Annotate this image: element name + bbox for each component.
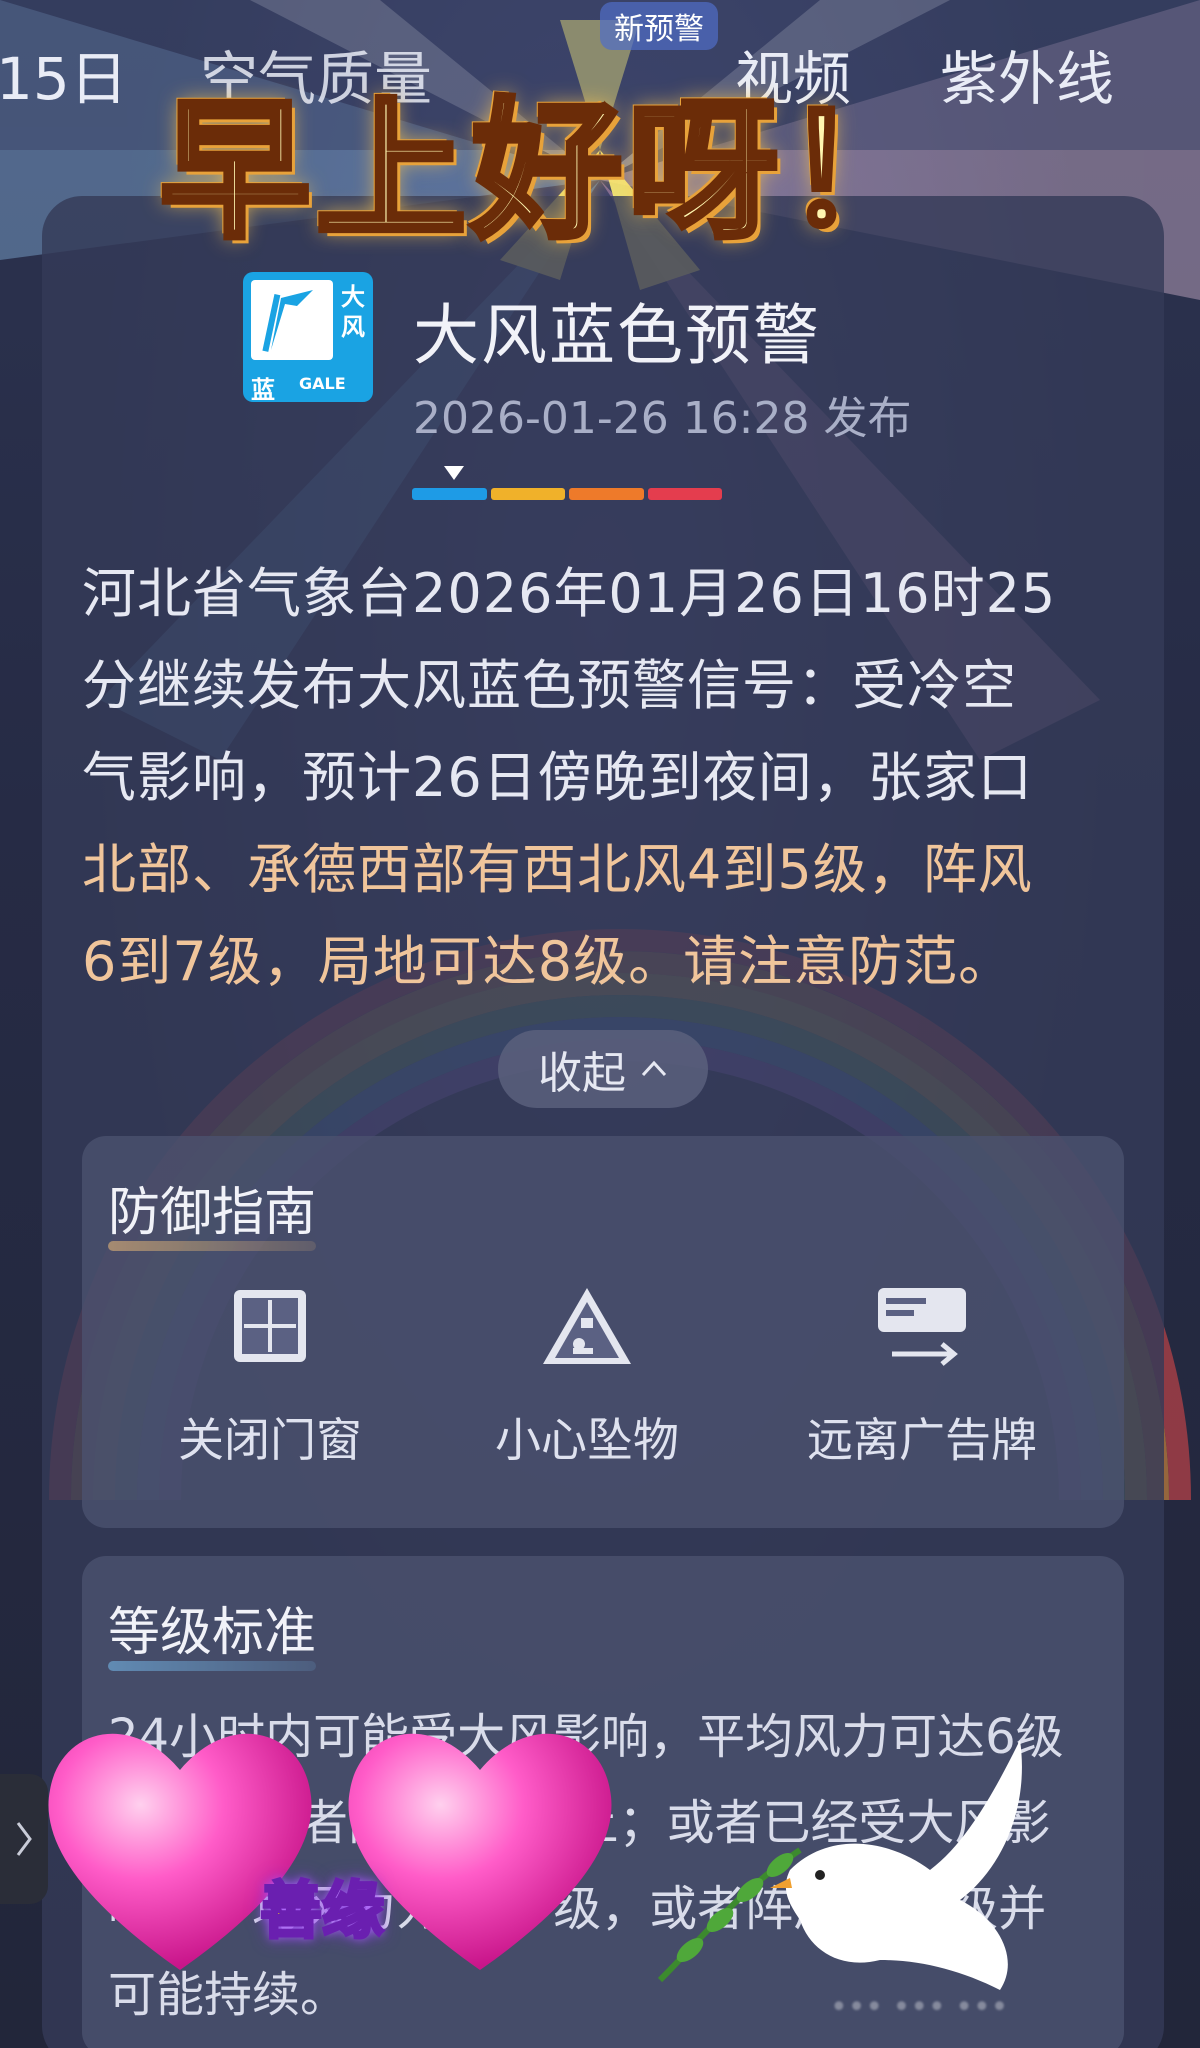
tab-uv[interactable]: 紫外线 bbox=[940, 32, 1114, 116]
level-segment-blue bbox=[412, 488, 487, 500]
billboard-icon bbox=[878, 1288, 966, 1366]
chevron-up-icon bbox=[641, 1060, 667, 1077]
collapse-label: 收起 bbox=[538, 1048, 626, 1099]
level-standard-title-text: 等级标准 bbox=[108, 1603, 317, 1663]
defense-guide-title-text: 防御指南 bbox=[108, 1183, 317, 1243]
title-underline bbox=[108, 1661, 317, 1671]
tab-15-day[interactable]: 15日 bbox=[0, 32, 128, 116]
guide-item-falling-objects[interactable]: 小心坠物 bbox=[437, 1284, 737, 1470]
level-standard-title: 等级标准 bbox=[108, 1590, 317, 1671]
gale-blue-warning-icon: 大风 蓝 GALE bbox=[243, 272, 373, 402]
warning-publish-time: 2026-01-26 16:28 发布 bbox=[413, 393, 912, 444]
dove-icon bbox=[770, 1740, 1022, 1990]
collapse-button[interactable]: 收起 bbox=[498, 1030, 708, 1108]
tag-sticker: 善缘 bbox=[258, 1873, 385, 1949]
warning-level-bar bbox=[412, 488, 722, 500]
warning-body-line: 分继续发布大风蓝色预警信号：受冷空 bbox=[82, 654, 1017, 717]
chevron-right-icon bbox=[16, 1822, 32, 1856]
watermark-text: ••• ••• ••• bbox=[830, 1990, 1009, 2025]
window-icon bbox=[234, 1290, 306, 1362]
guide-item-label: 小心坠物 bbox=[495, 1413, 679, 1467]
warning-body-line: 河北省气象台2026年01月26日16时25 bbox=[82, 562, 1057, 625]
level-segment-yellow bbox=[490, 488, 565, 500]
side-drawer-handle[interactable] bbox=[0, 1774, 48, 1904]
warning-body-text: 河北省气象台2026年01月26日16时25 分继续发布大风蓝色预警信号：受冷空… bbox=[82, 548, 1122, 1008]
guide-item-billboard[interactable]: 远离广告牌 bbox=[772, 1284, 1072, 1470]
warning-body-line: 6到7级，局地可达8级。请注意防范。 bbox=[82, 930, 1014, 993]
dove-sticker bbox=[657, 1740, 1022, 1990]
new-warning-badge[interactable]: 新预警 bbox=[600, 2, 718, 50]
level-pointer-icon bbox=[444, 466, 464, 480]
guide-item-label: 关闭门窗 bbox=[178, 1413, 362, 1467]
guide-item-close-windows[interactable]: 关闭门窗 bbox=[120, 1284, 420, 1470]
title-underline bbox=[108, 1241, 317, 1251]
falling-object-icon bbox=[543, 1288, 631, 1364]
warning-body-line: 气影响，预计26日傍晚到夜间，张家口 bbox=[82, 746, 1033, 809]
level-segment-red bbox=[647, 488, 722, 500]
icon-gale-text: GALE bbox=[299, 374, 346, 393]
level-segment-orange bbox=[569, 488, 644, 500]
greeting-sticker: 早上好呀！ bbox=[157, 82, 941, 262]
warning-title: 大风蓝色预警 bbox=[413, 297, 821, 374]
wind-flag-icon bbox=[251, 280, 333, 360]
defense-guide-card: 防御指南 关闭门窗 小心坠物 远离广告牌 bbox=[82, 1136, 1124, 1528]
guide-item-label: 远离广告牌 bbox=[807, 1413, 1037, 1467]
hearts-sticker bbox=[48, 1733, 612, 1970]
heart-icon bbox=[348, 1733, 612, 1970]
warning-body-line: 北部、承德西部有西北风4到5级，阵风 bbox=[82, 838, 1033, 901]
icon-level-text: 蓝 bbox=[251, 376, 275, 402]
defense-guide-title: 防御指南 bbox=[108, 1170, 317, 1251]
icon-side-text: 大风 bbox=[341, 283, 365, 341]
olive-branch-icon bbox=[657, 1847, 802, 1983]
